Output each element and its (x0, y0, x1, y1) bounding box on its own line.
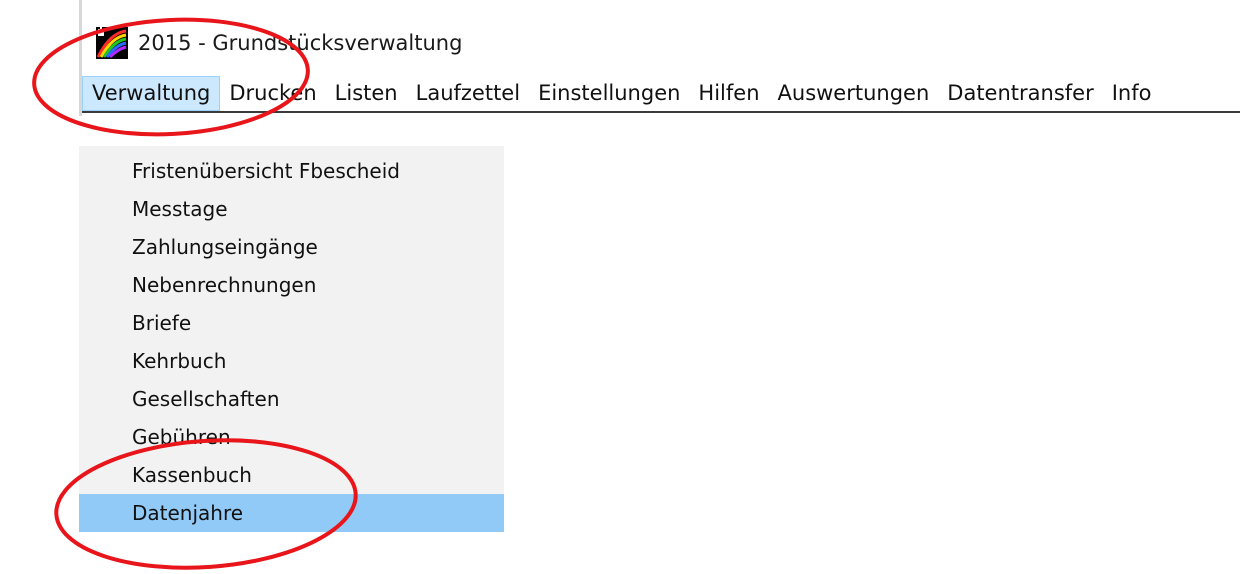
menu-einstellungen[interactable]: Einstellungen (529, 76, 689, 111)
screenshot-canvas: 2015 - Grundstücksverwaltung Verwaltung … (0, 0, 1240, 574)
title-bar: 2015 - Grundstücksverwaltung (82, 22, 462, 64)
rainbow-app-icon (96, 27, 128, 59)
menu-datentransfer[interactable]: Datentransfer (938, 76, 1102, 111)
menu-drucken[interactable]: Drucken (220, 76, 325, 111)
menu-item-zahlungseingaenge[interactable]: Zahlungseingänge (79, 228, 504, 266)
menu-item-nebenrechnungen[interactable]: Nebenrechnungen (79, 266, 504, 304)
menu-bar: Verwaltung Drucken Listen Laufzettel Ein… (82, 76, 1240, 113)
window-title: 2015 - Grundstücksverwaltung (138, 31, 463, 55)
menu-item-gesellschaften[interactable]: Gesellschaften (79, 380, 504, 418)
menu-item-kehrbuch[interactable]: Kehrbuch (79, 342, 504, 380)
menu-laufzettel[interactable]: Laufzettel (407, 76, 529, 111)
menu-item-messtage[interactable]: Messtage (79, 190, 504, 228)
menu-item-datenjahre[interactable]: Datenjahre (79, 494, 504, 532)
menu-auswertungen[interactable]: Auswertungen (769, 76, 939, 111)
menu-info[interactable]: Info (1103, 76, 1161, 111)
menu-verwaltung[interactable]: Verwaltung (82, 76, 221, 111)
menu-item-fristenuebersicht[interactable]: Fristenübersicht Fbescheid (79, 152, 504, 190)
menu-item-kassenbuch[interactable]: Kassenbuch (79, 456, 504, 494)
menu-listen[interactable]: Listen (326, 76, 407, 111)
menu-hilfen[interactable]: Hilfen (689, 76, 768, 111)
menu-item-gebuehren[interactable]: Gebühren (79, 418, 504, 456)
menu-item-briefe[interactable]: Briefe (79, 304, 504, 342)
verwaltung-dropdown-menu: Fristenübersicht Fbescheid Messtage Zahl… (79, 146, 504, 532)
